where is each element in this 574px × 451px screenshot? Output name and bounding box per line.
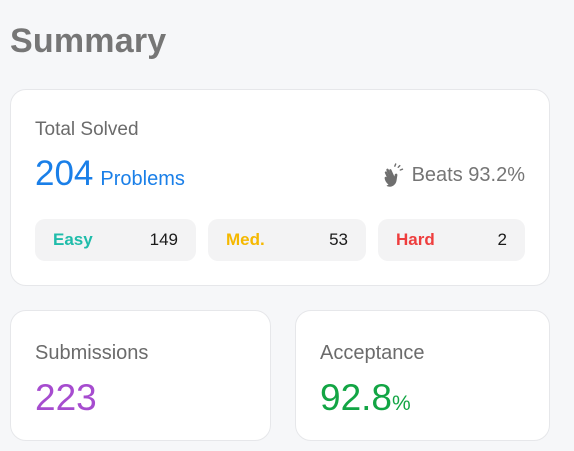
acceptance-unit: % bbox=[392, 392, 411, 415]
difficulty-hard: Hard 2 bbox=[378, 219, 525, 261]
difficulty-easy-count: 149 bbox=[149, 230, 178, 249]
clapping-hands-icon bbox=[382, 163, 406, 187]
total-solved-label: Total Solved bbox=[35, 119, 139, 140]
acceptance-value: 92.8 bbox=[320, 377, 393, 418]
beats-text: Beats 93.2% bbox=[411, 163, 525, 186]
acceptance-card: Acceptance 92.8% bbox=[295, 310, 550, 441]
difficulty-row: Easy 149 Med. 53 Hard 2 bbox=[35, 219, 525, 261]
summary-page: Summary Total Solved 204 Problems Beats … bbox=[0, 0, 574, 451]
acceptance-value-wrap: 92.8% bbox=[320, 377, 411, 419]
beats-indicator: Beats 93.2% bbox=[382, 163, 525, 187]
submissions-label: Submissions bbox=[35, 342, 149, 364]
difficulty-hard-count: 2 bbox=[497, 230, 507, 249]
difficulty-medium-count: 53 bbox=[329, 230, 348, 249]
difficulty-medium-label: Med. bbox=[226, 230, 265, 249]
difficulty-easy: Easy 149 bbox=[35, 219, 196, 261]
page-title: Summary bbox=[10, 22, 167, 60]
solved-unit: Problems bbox=[100, 168, 185, 190]
difficulty-easy-label: Easy bbox=[53, 230, 93, 249]
submissions-card: Submissions 223 bbox=[10, 310, 271, 441]
acceptance-label: Acceptance bbox=[320, 342, 425, 364]
difficulty-hard-label: Hard bbox=[396, 230, 435, 249]
difficulty-medium: Med. 53 bbox=[208, 219, 366, 261]
solved-count: 204 bbox=[35, 154, 94, 193]
submissions-value: 223 bbox=[35, 377, 97, 418]
total-solved-card: Total Solved 204 Problems Beats 93.2% Ea… bbox=[10, 89, 550, 286]
solved-count-row: 204 Problems bbox=[35, 154, 185, 194]
